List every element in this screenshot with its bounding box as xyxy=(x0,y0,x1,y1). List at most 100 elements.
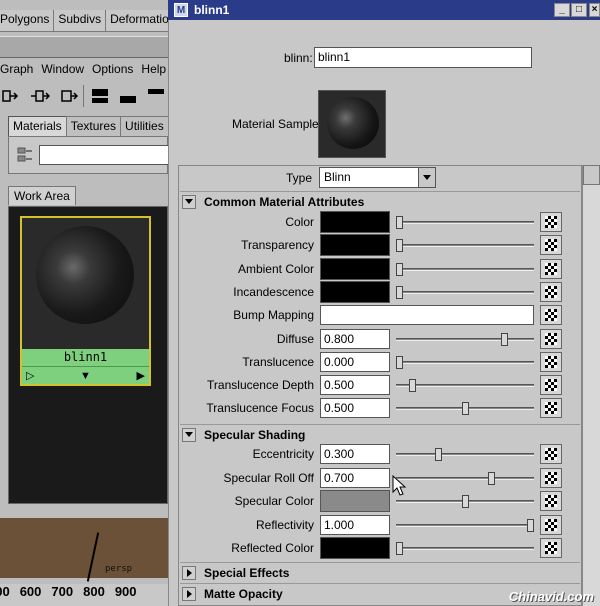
slider-thumb[interactable] xyxy=(396,262,403,276)
layout-top-icon[interactable] xyxy=(144,86,168,106)
attr-row-specular-roll-off: Specular Roll Off 0.700 xyxy=(180,467,580,490)
attr-row-translucence-focus: Translucence Focus 0.500 xyxy=(180,397,580,420)
value-field[interactable]: 1.000 xyxy=(320,514,390,535)
map-button[interactable] xyxy=(540,491,562,511)
checker-map-icon xyxy=(545,262,557,275)
value-slider[interactable] xyxy=(396,379,534,393)
map-button[interactable] xyxy=(540,258,562,279)
scrollbar-thumb[interactable] xyxy=(583,165,600,185)
section-special-effects[interactable]: Special Effects xyxy=(180,562,580,582)
slider-thumb[interactable] xyxy=(396,542,403,555)
value-slider[interactable] xyxy=(396,355,534,369)
material-node-blinn1[interactable]: blinn1 ▷ ▼ ▶ xyxy=(20,216,151,386)
slider-thumb[interactable] xyxy=(500,332,508,346)
map-button[interactable] xyxy=(540,212,562,232)
color-swatch[interactable] xyxy=(320,537,390,559)
map-button[interactable] xyxy=(540,351,562,372)
map-button[interactable] xyxy=(540,538,562,558)
tab-utilities[interactable]: Utilities xyxy=(120,116,168,136)
map-button[interactable] xyxy=(540,514,562,535)
color-swatch[interactable] xyxy=(320,211,390,233)
minimize-button[interactable]: _ xyxy=(554,3,570,17)
section-specular-shading[interactable]: Specular Shading xyxy=(180,424,580,444)
slider-thumb[interactable] xyxy=(396,355,403,369)
slider-thumb[interactable] xyxy=(396,239,403,253)
map-button[interactable] xyxy=(540,235,562,256)
slider-thumb[interactable] xyxy=(461,402,469,416)
map-button[interactable] xyxy=(540,305,562,326)
node-name-field[interactable]: blinn1 xyxy=(314,47,532,68)
slider-thumb[interactable] xyxy=(487,471,495,485)
menu-graph[interactable]: Graph xyxy=(0,62,33,82)
value-field[interactable]: 0.000 xyxy=(320,351,390,372)
color-swatch[interactable] xyxy=(320,490,390,512)
menu-help[interactable]: Help xyxy=(141,62,166,82)
value-slider[interactable] xyxy=(396,285,534,299)
output-port-icon[interactable]: ▶ xyxy=(137,369,145,383)
value-slider[interactable] xyxy=(396,471,534,485)
value-slider[interactable] xyxy=(396,542,534,555)
value-field[interactable]: 0.500 xyxy=(320,375,390,396)
tab-textures[interactable]: Textures xyxy=(65,116,122,136)
map-button[interactable] xyxy=(540,398,562,419)
graph-input-icon[interactable] xyxy=(0,86,24,106)
color-swatch[interactable] xyxy=(320,234,390,257)
shelf-tab-subdivs[interactable]: Subdivs xyxy=(54,10,107,31)
input-port-icon[interactable]: ▷ xyxy=(26,369,34,383)
graph-input-output-icon[interactable] xyxy=(28,86,52,106)
collapse-arrow-icon[interactable] xyxy=(182,427,196,442)
layout-full-icon[interactable] xyxy=(88,86,112,106)
graph-output-icon[interactable] xyxy=(56,86,80,106)
value-slider[interactable] xyxy=(396,448,534,461)
window-titlebar[interactable]: M blinn1 _ □ × xyxy=(168,0,600,20)
material-type-dropdown[interactable]: Blinn xyxy=(319,167,436,188)
value-slider[interactable] xyxy=(396,216,534,229)
shelf-tab-deformation[interactable]: Deformation xyxy=(106,10,168,31)
slider-thumb[interactable] xyxy=(527,518,534,532)
value-field[interactable]: 0.700 xyxy=(320,467,390,488)
value-field[interactable]: 0.500 xyxy=(320,398,390,419)
shelf-tab-polygons[interactable]: Polygons xyxy=(0,10,55,31)
slider-thumb[interactable] xyxy=(435,448,443,461)
color-swatch[interactable] xyxy=(320,257,390,280)
slider-thumb[interactable] xyxy=(409,379,417,393)
value-slider[interactable] xyxy=(396,262,534,276)
time-slider[interactable]: 500 600 700 800 900 xyxy=(0,584,168,606)
perspective-viewport[interactable]: persp xyxy=(0,518,168,582)
timeline-tick: 900 xyxy=(114,584,137,599)
map-field[interactable] xyxy=(320,305,534,326)
layout-bottom-icon[interactable] xyxy=(116,86,140,106)
slider-thumb[interactable] xyxy=(396,216,403,229)
dropdown-arrow-icon[interactable] xyxy=(418,168,435,187)
value-slider[interactable] xyxy=(396,518,534,532)
tab-materials[interactable]: Materials xyxy=(8,116,67,136)
value-field[interactable]: 0.800 xyxy=(320,328,390,349)
value-field[interactable]: 0.300 xyxy=(320,444,390,464)
menu-options[interactable]: Options xyxy=(92,62,133,82)
value-slider[interactable] xyxy=(396,402,534,416)
maximize-button[interactable]: □ xyxy=(571,3,587,17)
node-filter-icon[interactable] xyxy=(17,147,35,163)
slider-thumb[interactable] xyxy=(396,285,403,299)
attribute-scrollbar[interactable] xyxy=(582,165,600,606)
map-button[interactable] xyxy=(540,281,562,302)
slider-thumb[interactable] xyxy=(461,495,469,508)
close-button[interactable]: × xyxy=(589,3,600,17)
menu-window[interactable]: Window xyxy=(41,62,84,82)
map-button[interactable] xyxy=(540,444,562,464)
color-swatch[interactable] xyxy=(320,280,390,303)
map-button[interactable] xyxy=(540,328,562,349)
expand-arrow-icon[interactable] xyxy=(182,586,196,601)
value-slider[interactable] xyxy=(396,495,534,508)
map-button[interactable] xyxy=(540,467,562,488)
map-button[interactable] xyxy=(540,375,562,396)
value-slider[interactable] xyxy=(396,239,534,253)
checker-map-icon xyxy=(545,285,557,298)
tab-work-area[interactable]: Work Area xyxy=(8,186,76,205)
collapse-arrow-icon[interactable] xyxy=(182,194,196,209)
section-common-material-attributes[interactable]: Common Material Attributes xyxy=(180,191,580,211)
expand-node-icon[interactable]: ▼ xyxy=(80,369,91,383)
material-filter-input[interactable] xyxy=(39,145,168,165)
value-slider[interactable] xyxy=(396,332,534,346)
expand-arrow-icon[interactable] xyxy=(182,565,196,580)
